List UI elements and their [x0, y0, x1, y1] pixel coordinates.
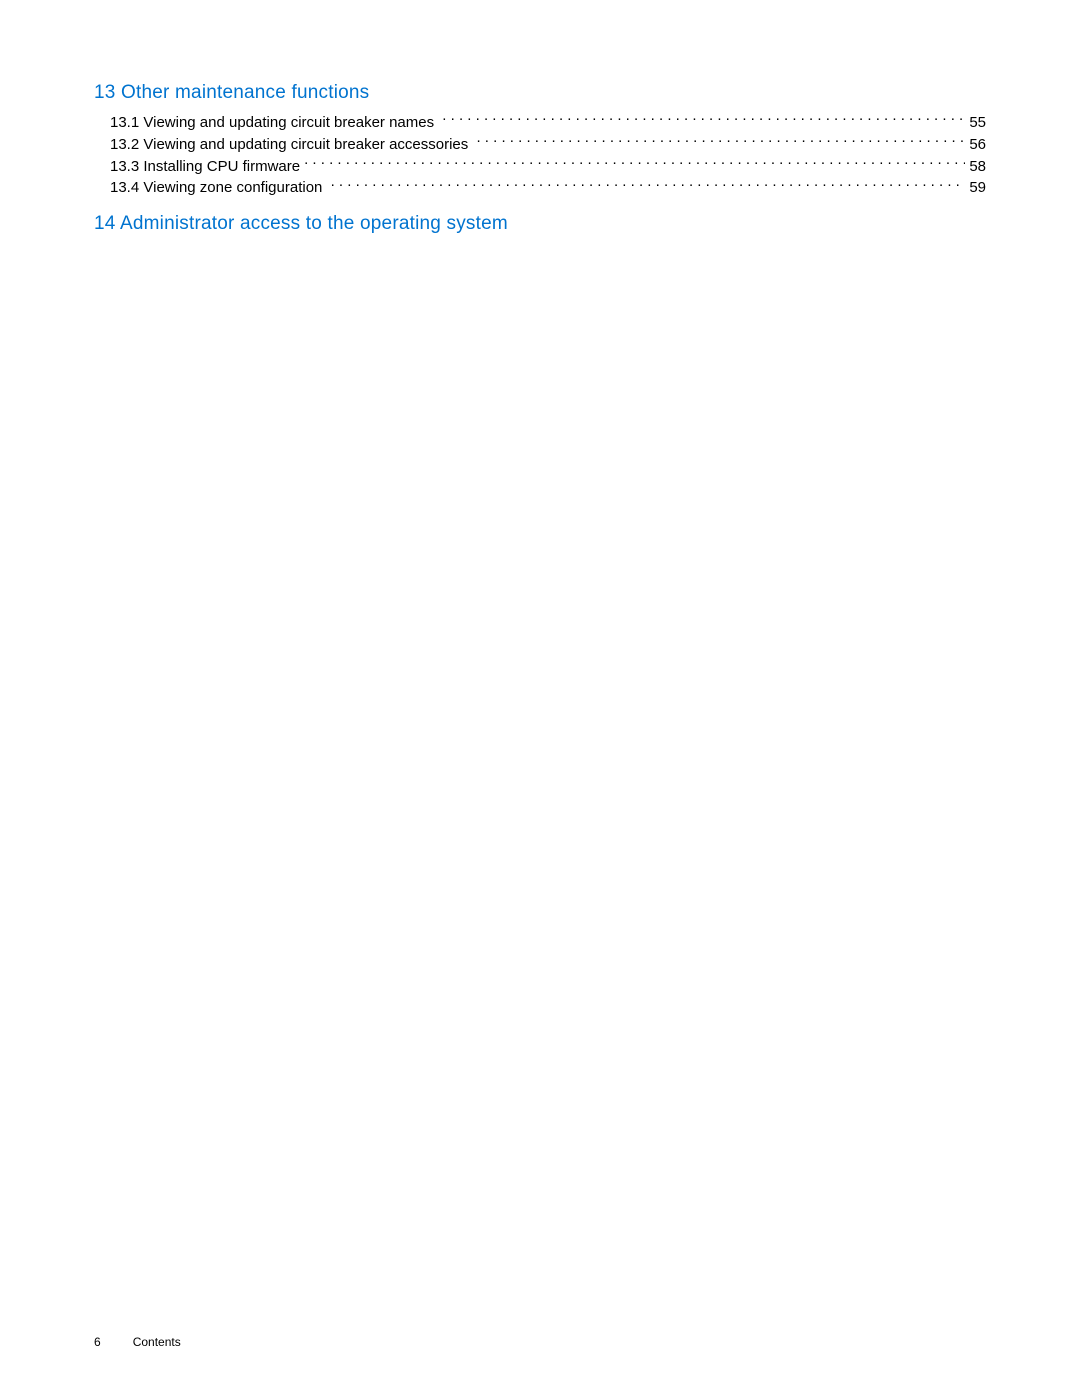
leader-dots	[476, 134, 965, 149]
subsection-row[interactable]: 13.3 Installing CPU firmware 58	[110, 156, 986, 178]
subsection-page: 56	[969, 134, 986, 156]
section-title-text: Administrator access to the operating sy…	[120, 213, 508, 234]
section-title-text: Other maintenance functions	[121, 82, 369, 103]
subsection-title: Viewing zone configuration	[143, 177, 322, 199]
subsection-number: 13.2	[110, 134, 139, 156]
leader-dots	[442, 112, 965, 127]
subsection-row[interactable]: 13.1 Viewing and updating circuit breake…	[110, 112, 986, 134]
subsection-title: Viewing and updating circuit breaker nam…	[143, 112, 434, 134]
subsection-page: 55	[969, 112, 986, 134]
subsection-title: Installing CPU firmware	[143, 156, 300, 178]
section-number: 14	[94, 213, 116, 234]
toc-content: 13 Other maintenance functions 13.1 View…	[94, 82, 986, 243]
section-13-title[interactable]: 13 Other maintenance functions	[94, 82, 986, 104]
subsection-page: 59	[969, 177, 986, 199]
subsection-title: Viewing and updating circuit breaker acc…	[143, 134, 468, 156]
subsection-number: 13.4	[110, 177, 139, 199]
footer-page-number: 6	[94, 1335, 101, 1349]
subsection-number: 13.3	[110, 156, 139, 178]
section-13-subsections: 13.1 Viewing and updating circuit breake…	[110, 112, 986, 199]
leader-dots	[331, 177, 966, 192]
page-footer: 6 Contents	[94, 1335, 181, 1349]
subsection-page: 58	[969, 156, 986, 178]
footer-label: Contents	[133, 1335, 181, 1349]
section-number: 13	[94, 82, 116, 103]
section-14-title[interactable]: 14 Administrator access to the operating…	[94, 213, 986, 235]
subsection-row[interactable]: 13.2 Viewing and updating circuit breake…	[110, 134, 986, 156]
leader-dots	[304, 156, 965, 171]
subsection-number: 13.1	[110, 112, 139, 134]
subsection-row[interactable]: 13.4 Viewing zone configuration 59	[110, 177, 986, 199]
